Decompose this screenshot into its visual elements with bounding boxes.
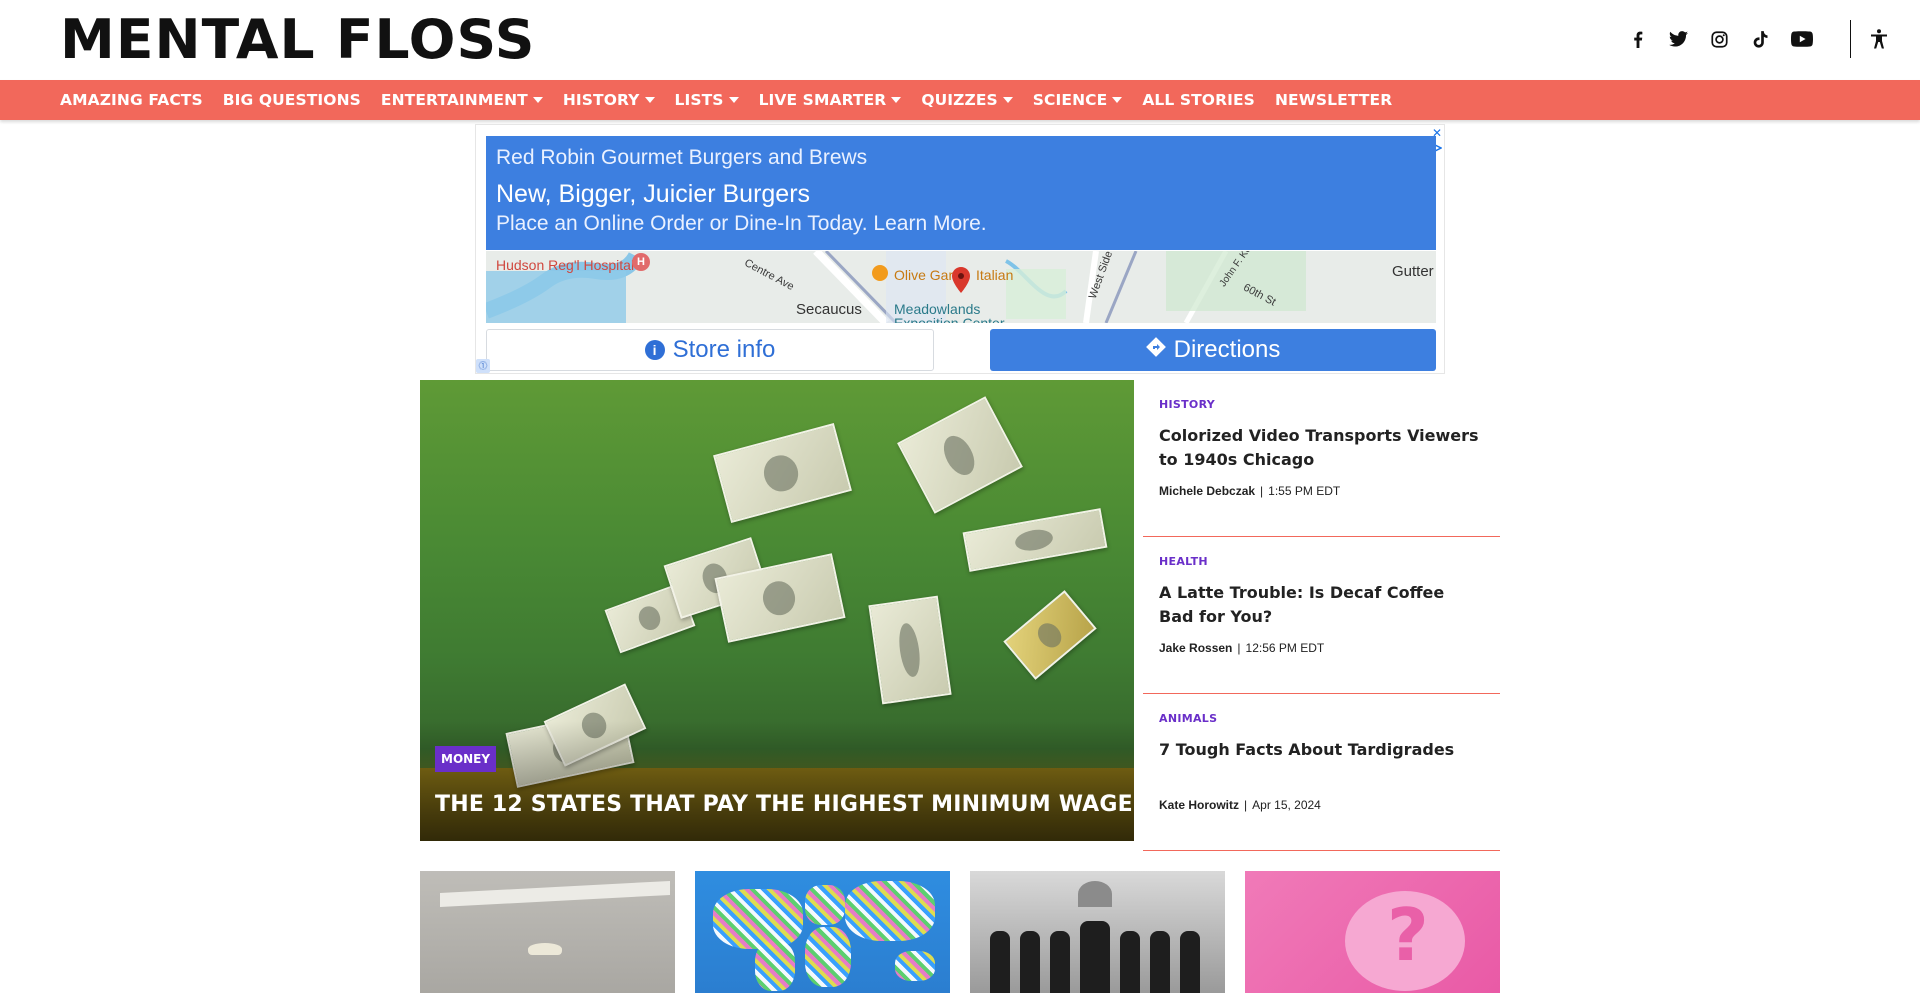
meta-separator: | [1237,641,1241,655]
nav-item-label: QUIZZES [921,91,998,109]
map-label-hospital: Hudson Reg'l Hospital [496,257,635,273]
directions-label: Directions [1173,336,1281,363]
nav-item-label: LIVE SMARTER [758,91,887,109]
story-card[interactable]: HISTORY Colorized Video Transports Viewer… [1143,380,1500,537]
story-time: Apr 15, 2024 [1252,798,1321,812]
nav-item-label: ENTERTAINMENT [380,91,528,109]
store-info-button[interactable]: i Store info [486,329,934,371]
main-nav: AMAZING FACTS BIG QUESTIONS ENTERTAINMENT H… [0,80,1920,120]
floating-bill [1003,590,1097,680]
accessibility-icon[interactable] [1864,24,1894,54]
nav-item-label: SCIENCE [1032,91,1108,109]
nav-item-all-stories[interactable]: ALL STORIES [1142,91,1255,109]
ad-text-panel[interactable]: Red Robin Gourmet Burgers and Brews New,… [486,136,1436,250]
ad-advertiser: Red Robin Gourmet Burgers and Brews [496,146,868,169]
floating-bill [868,595,952,705]
twitter-icon[interactable] [1658,22,1699,56]
nav-item-quizzes[interactable]: QUIZZES [921,91,1013,109]
story-title[interactable]: 7 Tough Facts About Tardigrades [1159,738,1479,762]
caret-down-icon [728,97,739,103]
story-author[interactable]: Jake Rossen [1159,641,1232,655]
caret-down-icon [1112,97,1123,103]
nav-item-label: BIG QUESTIONS [222,91,361,109]
nav-item-label: NEWSLETTER [1274,91,1393,109]
floating-bill [713,423,852,523]
story-meta: Michele Debczak | 1:55 PM EDT [1159,484,1340,498]
world-map-collage-image[interactable] [695,871,950,993]
restaurant-pin-icon [872,265,888,281]
map-label-olive: Olive Gar [894,267,954,283]
ad-map[interactable]: Hudson Reg'l Hospital H Centre Ave Secau… [486,251,1436,323]
facebook-icon[interactable] [1617,22,1658,56]
pink-question-bubble-image[interactable]: ? [1245,871,1500,993]
ad-headline: New, Bigger, Juicier Burgers [496,180,811,208]
hero-shade [420,721,1134,841]
story-meta: Jake Rossen | 12:56 PM EDT [1159,641,1324,655]
display-ad[interactable]: ✕ Red Robin Gourmet Burgers and Brews Ne… [475,124,1445,374]
floating-bill [962,508,1108,572]
story-title[interactable]: A Latte Trouble: Is Decaf Coffee Bad for… [1159,581,1479,629]
question-mark-icon: ? [1387,893,1429,977]
story-category[interactable]: HEALTH [1159,555,1208,568]
nav-item-history[interactable]: HISTORY [563,91,655,109]
caret-down-icon [532,97,543,103]
floating-bill [897,396,1023,514]
youtube-icon[interactable] [1781,22,1822,56]
nav-item-label: AMAZING FACTS [60,91,203,109]
store-info-label: Store info [672,336,776,363]
directions-icon [1145,336,1166,364]
meta-separator: | [1244,798,1248,812]
directions-button[interactable]: Directions [990,329,1436,371]
story-author[interactable]: Kate Horowitz [1159,798,1239,812]
nav-item-amazing-facts[interactable]: AMAZING FACTS [60,91,203,109]
story-category[interactable]: ANIMALS [1159,712,1217,725]
caret-down-icon [891,97,902,103]
map-label-expo: Exposition Center [894,315,1005,323]
map-label-italian: Italian [976,267,1014,283]
hero-story[interactable]: MONEY THE 12 STATES THAT PAY THE HIGHEST… [420,380,1134,841]
nav-item-label: ALL STORIES [1142,91,1255,109]
hero-category-badge[interactable]: MONEY [435,746,497,772]
shoe-shape [528,943,562,955]
ad-description: Place an Online Order or Dine-In Today. … [496,212,987,235]
latest-stories-list: HISTORY Colorized Video Transports Viewer… [1143,380,1500,851]
ad-info-icon[interactable]: ⓵ [476,359,490,373]
nav-list: AMAZING FACTS BIG QUESTIONS ENTERTAINMENT H… [60,80,1412,120]
tiktok-icon[interactable] [1740,22,1781,56]
instagram-icon[interactable] [1699,22,1740,56]
nav-item-entertainment[interactable]: ENTERTAINMENT [381,91,543,109]
caret-down-icon [1002,97,1013,103]
story-meta: Kate Horowitz | Apr 15, 2024 [1159,798,1321,812]
story-card[interactable]: HEALTH A Latte Trouble: Is Decaf Coffee B… [1143,537,1500,694]
header-divider [1850,20,1851,58]
nav-item-lists[interactable]: LISTS [675,91,739,109]
nav-item-big-questions[interactable]: BIG QUESTIONS [223,91,361,109]
info-icon: i [644,340,665,360]
caret-down-icon [644,97,655,103]
story-time: 1:55 PM EDT [1268,484,1341,498]
story-author[interactable]: Michele Debczak [1159,484,1255,498]
marching-group-photo-image[interactable] [970,871,1225,993]
nav-item-newsletter[interactable]: NEWSLETTER [1275,91,1392,109]
nav-item-science[interactable]: SCIENCE [1033,91,1123,109]
map-label-gutter: Gutter [1392,263,1434,280]
site-logo[interactable]: MENTAL FLOSS [60,12,535,68]
nav-item-label: HISTORY [562,91,640,109]
story-title[interactable]: Colorized Video Transports Viewers to 19… [1159,424,1479,472]
location-pin-icon [952,267,970,298]
nav-item-live-smarter[interactable]: LIVE SMARTER [759,91,902,109]
story-card[interactable]: ANIMALS 7 Tough Facts About Tardigrades Ka… [1143,694,1500,851]
nav-item-label: LISTS [674,91,724,109]
story-category[interactable]: HISTORY [1159,398,1215,411]
map-label-secaucus: Secaucus [796,301,862,318]
hospital-pin-icon: H [632,253,650,271]
shoe-on-road-image[interactable] [420,871,675,993]
site-header: MENTAL FLOSS [0,0,1920,80]
meta-separator: | [1260,484,1264,498]
social-links [1617,22,1822,56]
story-time: 12:56 PM EDT [1245,641,1325,655]
hero-title[interactable]: THE 12 STATES THAT PAY THE HIGHEST MINIM… [435,792,1133,817]
